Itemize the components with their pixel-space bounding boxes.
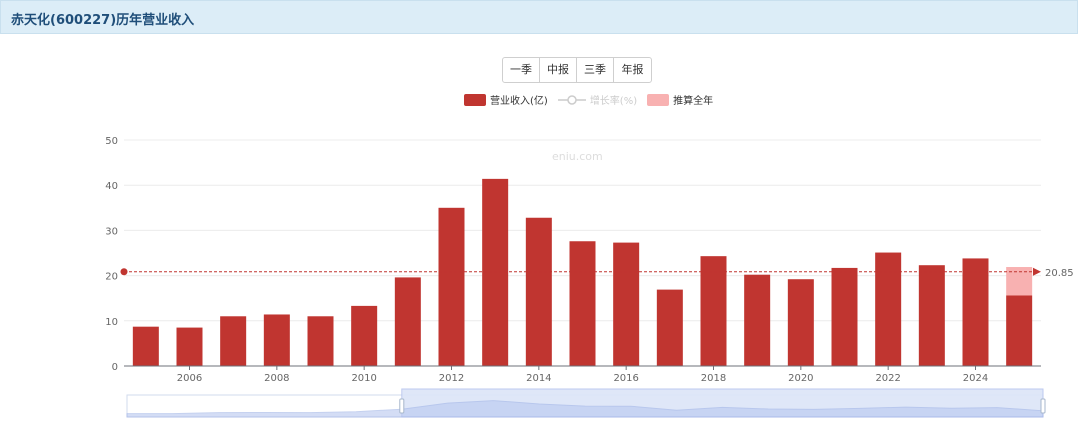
y-tick-label: 50 (105, 136, 118, 147)
y-tick-label: 20 (105, 272, 118, 283)
bar-revenue (132, 326, 159, 366)
zoom-handle-left[interactable] (399, 398, 405, 414)
bar-revenue (744, 274, 771, 366)
x-tick-label: 2006 (177, 373, 202, 384)
y-tick-label: 30 (105, 226, 118, 237)
bar-revenue (525, 217, 552, 366)
bar-revenue (263, 314, 290, 366)
bar-revenue (656, 289, 683, 366)
x-tick-label: 2020 (788, 373, 813, 384)
bar-revenue (569, 241, 596, 366)
x-tick-label: 2010 (351, 373, 376, 384)
reference-line-label: 20.85 (1045, 268, 1074, 279)
bar-revenue (613, 242, 640, 366)
bar-revenue (176, 327, 203, 366)
bar-revenue (831, 267, 858, 366)
x-tick-label: 2018 (701, 373, 726, 384)
bar-revenue (787, 279, 814, 366)
bar-revenue (962, 258, 989, 366)
bar-revenue (307, 316, 334, 366)
bar-revenue (351, 305, 378, 366)
y-tick-label: 10 (105, 317, 118, 328)
bar-revenue (220, 316, 247, 366)
bar-revenue (700, 256, 727, 366)
y-tick-label: 0 (112, 362, 118, 373)
reference-line-arrow (1033, 267, 1041, 276)
bar-revenue (875, 252, 902, 366)
x-tick-label: 2024 (963, 373, 988, 384)
x-tick-label: 2008 (264, 373, 289, 384)
x-tick-label: 2022 (875, 373, 900, 384)
x-tick-label: 2016 (613, 373, 638, 384)
y-tick-label: 40 (105, 181, 118, 192)
bar-revenue (438, 207, 465, 366)
zoom-handle-right[interactable] (1040, 398, 1046, 414)
x-tick-label: 2012 (439, 373, 464, 384)
revenue-chart: 0 10 20 30 40 50 2006 2008 2010 2012 2014 2016 2018 2… (105, 136, 1074, 418)
reference-line-start-dot (120, 268, 128, 276)
bar-revenue (1006, 295, 1033, 366)
bar-revenue (394, 277, 421, 366)
x-tick-label: 2014 (526, 373, 551, 384)
bar-revenue (918, 265, 945, 366)
bar-revenue (482, 178, 509, 366)
